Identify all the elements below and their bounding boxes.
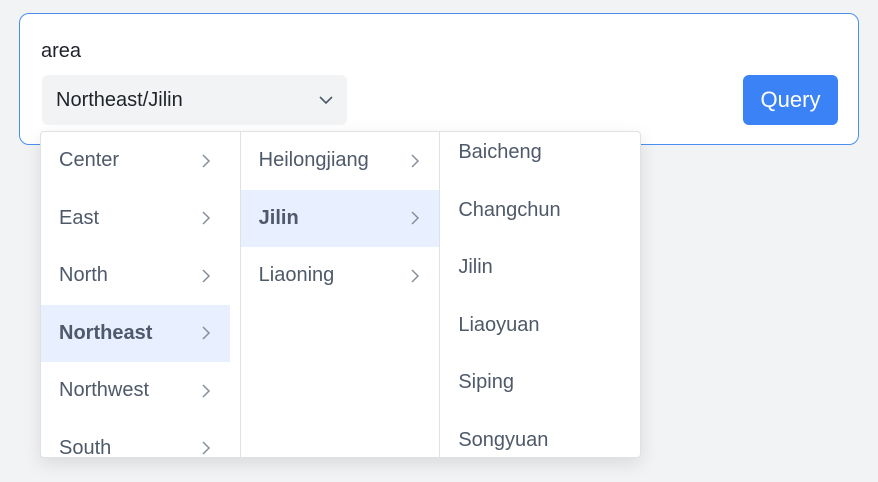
- province-item-jilin[interactable]: Jilin: [240, 189, 440, 247]
- province-item-heilongjiang[interactable]: Heilongjiang: [241, 132, 440, 190]
- region-item-northwest[interactable]: Northwest: [41, 362, 230, 420]
- city-item-baicheng[interactable]: Baicheng: [440, 132, 640, 182]
- chevron-right-icon: [411, 211, 420, 225]
- chevron-down-icon: [319, 96, 333, 105]
- region-item-label: North: [59, 264, 108, 287]
- chevron-right-icon: [411, 154, 420, 168]
- region-item-label: South: [59, 436, 112, 457]
- region-item-label: East: [59, 206, 100, 229]
- city-column: Baicheng Changchun Jilin Liaoyuan Siping Song…: [440, 132, 640, 457]
- region-item-east[interactable]: East: [41, 190, 230, 248]
- city-item-label: Liaoyuan: [458, 313, 540, 336]
- region-item-label: Northwest: [59, 379, 150, 402]
- chevron-right-icon: [202, 384, 211, 398]
- region-item-northeast[interactable]: Northeast: [41, 304, 230, 362]
- city-item-liaoyuan[interactable]: Liaoyuan: [440, 297, 640, 355]
- region-item-north[interactable]: North: [41, 247, 230, 305]
- area-label: area: [41, 40, 82, 62]
- area-select[interactable]: Northeast/Jilin: [42, 75, 347, 125]
- city-item-label: Jilin: [458, 256, 493, 279]
- province-item-label: Jilin: [258, 206, 299, 229]
- city-list: Baicheng Changchun Jilin Liaoyuan Siping Song…: [440, 132, 640, 457]
- region-item-center[interactable]: Center: [41, 132, 230, 190]
- city-item-jilin[interactable]: Jilin: [440, 239, 640, 297]
- city-item-siping[interactable]: Siping: [440, 354, 640, 412]
- city-item-label: Baicheng: [458, 141, 542, 164]
- chevron-right-icon: [411, 269, 420, 283]
- chevron-right-icon: [202, 154, 211, 168]
- province-item-label: Heilongjiang: [258, 149, 369, 172]
- chevron-right-icon: [202, 441, 211, 455]
- province-column: Heilongjiang Jilin Liaoning: [240, 132, 441, 457]
- city-item-label: Siping: [458, 371, 514, 394]
- city-item-songyuan[interactable]: Songyuan: [440, 412, 640, 458]
- region-item-south[interactable]: South: [41, 420, 230, 457]
- cascader-dropdown: Center East North Northeast Northwest South H…: [40, 131, 641, 458]
- region-list: Center East North Northeast Northwest South: [41, 132, 240, 457]
- city-item-label: Songyuan: [458, 428, 549, 451]
- region-column: Center East North Northeast Northwest South: [41, 132, 241, 457]
- city-item-changchun[interactable]: Changchun: [440, 182, 640, 240]
- city-item-label: Changchun: [458, 198, 561, 221]
- filter-card: area Northeast/Jilin Query: [19, 13, 859, 145]
- region-item-label: Center: [59, 149, 120, 172]
- chevron-right-icon: [202, 326, 211, 340]
- chevron-right-icon: [202, 211, 211, 225]
- province-list: Heilongjiang Jilin Liaoning: [240, 132, 440, 305]
- province-item-label: Liaoning: [258, 264, 335, 287]
- chevron-right-icon: [202, 269, 211, 283]
- area-select-value: Northeast/Jilin: [56, 88, 183, 111]
- query-button[interactable]: Query: [743, 75, 838, 125]
- province-item-liaoning[interactable]: Liaoning: [241, 247, 440, 305]
- region-item-label: Northeast: [59, 321, 153, 344]
